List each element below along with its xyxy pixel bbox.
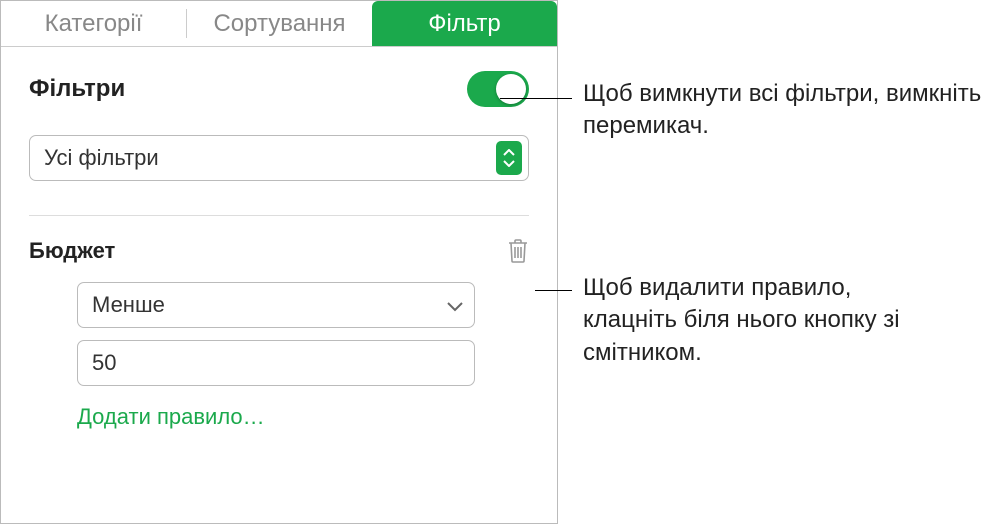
tab-categories[interactable]: Категорії (1, 1, 186, 46)
trash-icon (507, 238, 529, 264)
filters-section: Фільтри Усі фільтри Бюджет (1, 47, 557, 430)
callout-line-toggle (500, 98, 572, 99)
filters-header-row: Фільтри (29, 71, 529, 107)
rule-header: Бюджет (29, 238, 529, 264)
filter-scope-label: Усі фільтри (44, 145, 159, 171)
value-input[interactable] (77, 340, 475, 386)
updown-icon (496, 141, 522, 175)
callout-toggle: Щоб вимкнути всі фільтри, вимкніть перем… (583, 78, 983, 143)
tab-categories-label: Категорії (45, 10, 143, 38)
chevron-down-icon (446, 292, 464, 318)
filters-title: Фільтри (29, 75, 125, 103)
section-divider (29, 215, 529, 216)
rule-column-name: Бюджет (29, 238, 115, 264)
tab-sort-label: Сортування (213, 10, 345, 38)
delete-rule-button[interactable] (507, 238, 529, 264)
callout-trash: Щоб видалити правило, клацніть біля ньог… (583, 272, 943, 369)
filters-toggle[interactable] (467, 71, 529, 107)
filter-panel: Категорії Сортування Фільтр Фільтри Усі … (0, 0, 558, 524)
toggle-knob (496, 74, 526, 104)
tab-filter[interactable]: Фільтр (372, 1, 557, 46)
tab-filter-label: Фільтр (428, 10, 501, 38)
operator-label: Менше (92, 292, 165, 318)
rule-body: Менше Додати правило… (29, 282, 529, 430)
tab-bar: Категорії Сортування Фільтр (1, 1, 557, 47)
operator-select[interactable]: Менше (77, 282, 475, 328)
callout-line-trash (535, 290, 572, 291)
tab-sort[interactable]: Сортування (187, 1, 372, 46)
add-rule-button[interactable]: Додати правило… (77, 404, 265, 430)
filter-scope-select[interactable]: Усі фільтри (29, 135, 529, 181)
